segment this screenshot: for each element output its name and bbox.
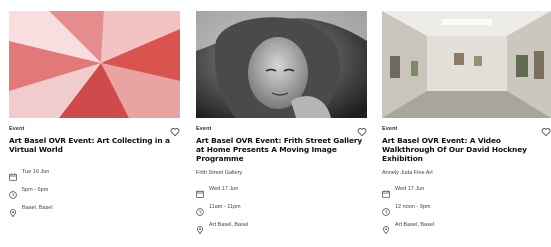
event-title[interactable]: Art Basel OVR Event: Art Collecting in a… <box>9 136 180 154</box>
event-time-row: 11am - 11pm <box>196 203 367 216</box>
event-time: 12 noon - 9pm <box>395 204 431 211</box>
calendar-icon <box>382 185 390 198</box>
location-pin-icon <box>382 221 390 235</box>
event-thumbnail-portrait[interactable] <box>196 11 367 118</box>
calendar-icon <box>9 168 17 181</box>
calendar-icon <box>196 185 204 198</box>
event-time-row: 5pm - 6pm <box>9 185 180 199</box>
event-date-row: Tue 16 Jun <box>9 167 180 181</box>
clock-icon <box>382 203 390 216</box>
location-pin-icon <box>9 204 17 218</box>
clock-icon <box>196 203 204 216</box>
clock-icon <box>9 186 17 199</box>
event-location-row: Art Basel, Basel <box>196 221 367 235</box>
event-title[interactable]: Art Basel OVR Event: Frith Street Galler… <box>196 136 367 164</box>
event-type-label: Event <box>196 126 212 132</box>
event-thumbnail-red-geometric[interactable] <box>9 11 180 118</box>
event-date: Tue 16 Jun <box>22 168 50 175</box>
event-date-row: Wed 17 Jun <box>382 185 551 198</box>
event-date: Wed 17 Jun <box>209 186 239 193</box>
event-location-row: Basel, Basel <box>9 203 180 218</box>
black-and-white-portrait-photo <box>196 11 367 118</box>
event-cards-row: Event Art Basel OVR Event: Art Collectin… <box>0 0 551 247</box>
gallery-interior-photo <box>382 11 551 118</box>
event-date-row: Wed 17 Jun <box>196 185 367 198</box>
event-card[interactable]: Event Art Basel OVR Event: Frith Street … <box>196 11 367 247</box>
heart-outline-icon[interactable] <box>170 124 180 136</box>
event-time: 11am - 11pm <box>209 204 241 211</box>
event-card[interactable]: Event Art Basel OVR Event: Art Collectin… <box>9 11 180 247</box>
event-card[interactable]: Event Art Basel OVR Event: A Video Walkt… <box>382 11 551 247</box>
location-pin-icon <box>196 221 204 235</box>
event-type-label: Event <box>382 126 398 132</box>
event-location-row: Art Basel, Basel <box>382 221 551 235</box>
event-time-row: 12 noon - 9pm <box>382 203 551 216</box>
event-location: Art Basel, Basel <box>395 222 435 229</box>
event-time: 5pm - 6pm <box>22 186 49 193</box>
event-location: Art Basel, Basel <box>209 222 249 229</box>
event-title[interactable]: Art Basel OVR Event: A Video Walkthrough… <box>382 136 551 164</box>
event-date: Wed 17 Jun <box>395 186 425 193</box>
gallery-name[interactable]: Frith Street Gallery <box>196 170 367 176</box>
heart-outline-icon[interactable] <box>541 124 551 136</box>
red-geometric-artwork <box>9 11 180 118</box>
gallery-name[interactable]: Annely Juda Fine Art <box>382 170 551 176</box>
heart-outline-icon[interactable] <box>357 124 367 136</box>
event-type-label: Event <box>9 126 25 132</box>
event-thumbnail-gallery[interactable] <box>382 11 551 118</box>
event-location: Basel, Basel <box>22 204 53 211</box>
